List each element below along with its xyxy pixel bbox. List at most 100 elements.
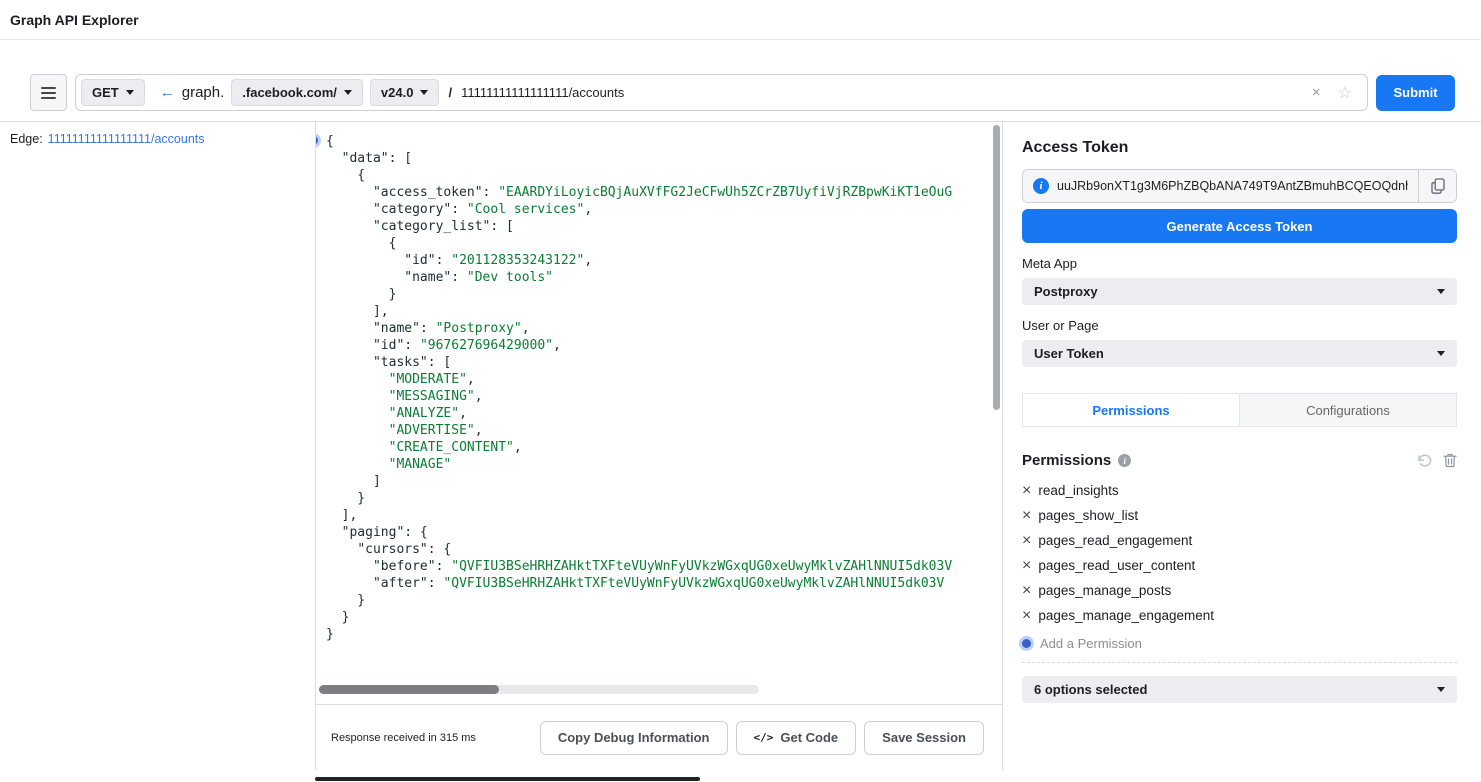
horizontal-scrollbar-track[interactable] xyxy=(319,685,759,694)
json-line: "category_list": [ xyxy=(326,218,988,235)
copy-token-button[interactable] xyxy=(1418,170,1456,202)
json-line: { xyxy=(326,167,988,184)
response-column: { "data": [ { "access_token": "EAARDYiLo… xyxy=(315,122,1003,770)
horizontal-scrollbar-thumb[interactable] xyxy=(319,685,499,694)
remove-permission-icon[interactable]: × xyxy=(1022,608,1031,624)
code-icon: </> xyxy=(754,731,774,744)
add-permission-label: Add a Permission xyxy=(1040,636,1142,651)
host-prefix: graph. xyxy=(182,84,225,101)
remove-permission-icon[interactable]: × xyxy=(1022,483,1031,499)
menu-button[interactable] xyxy=(30,74,67,111)
domain-label: .facebook.com/ xyxy=(242,85,337,100)
edge-value-link[interactable]: 11111111111111111/accounts xyxy=(48,132,205,146)
access-token-title: Access Token xyxy=(1022,139,1457,157)
chevron-down-icon xyxy=(126,90,134,95)
json-line: } xyxy=(326,609,988,626)
info-icon[interactable]: i xyxy=(1033,178,1049,194)
edge-label: Edge: xyxy=(10,132,43,146)
json-line: "before": "QVFIU3BSeHRHZAHktTXFteVUyWnFy… xyxy=(326,558,988,575)
remove-permission-icon[interactable]: × xyxy=(1022,583,1031,599)
permissions-list: × read_insights × pages_show_list × pages_rea… xyxy=(1022,478,1457,628)
submit-button[interactable]: Submit xyxy=(1376,75,1455,111)
permission-label: pages_read_engagement xyxy=(1038,533,1192,548)
json-line: "paging": { xyxy=(326,524,988,541)
version-dropdown[interactable]: v24.0 xyxy=(370,79,440,106)
user-or-page-value: User Token xyxy=(1034,346,1104,361)
app-header: Graph API Explorer xyxy=(0,0,1481,40)
json-line: "ADVERTISE", xyxy=(326,422,988,439)
access-token-panel: Access Token i uuJRb9onXT1g3M6PhZBQbANA7… xyxy=(1022,122,1457,703)
json-line: "MANAGE" xyxy=(326,456,988,473)
remove-permission-icon[interactable]: × xyxy=(1022,533,1031,549)
undo-icon[interactable] xyxy=(1416,454,1432,468)
json-line: "CREATE_CONTENT", xyxy=(326,439,988,456)
json-line: "cursors": { xyxy=(326,541,988,558)
permission-label: pages_manage_posts xyxy=(1038,583,1171,598)
edge-row: Edge: 11111111111111111/accounts xyxy=(0,122,315,156)
json-line: "access_token": "EAARDYiLoyicBQjAuXVfFG2… xyxy=(326,184,988,201)
permissions-heading: Permissions xyxy=(1022,452,1111,469)
chevron-down-icon xyxy=(420,90,428,95)
json-line: } xyxy=(326,626,988,643)
json-line: { xyxy=(326,133,988,150)
user-or-page-dropdown[interactable]: User Token xyxy=(1022,340,1457,367)
options-selected-dropdown[interactable]: 6 options selected xyxy=(1022,676,1457,703)
json-viewer: { "data": [ { "access_token": "EAARDYiLo… xyxy=(316,122,1002,704)
chevron-down-icon xyxy=(1437,351,1445,356)
save-session-button[interactable]: Save Session xyxy=(864,721,984,755)
permission-item: × pages_read_user_content xyxy=(1022,553,1457,578)
permissions-header: Permissions i xyxy=(1022,452,1457,469)
clear-icon[interactable]: × xyxy=(1307,84,1326,101)
method-dropdown[interactable]: GET xyxy=(81,79,145,106)
json-line: "data": [ xyxy=(326,150,988,167)
permission-item: × read_insights xyxy=(1022,478,1457,503)
method-label: GET xyxy=(92,85,119,100)
meta-app-label: Meta App xyxy=(1022,256,1457,271)
token-field: i uuJRb9onXT1g3M6PhZBQbANA749T9AntZBmuhB… xyxy=(1022,169,1457,203)
get-code-button[interactable]: </> Get Code xyxy=(736,721,857,755)
json-line: ], xyxy=(326,303,988,320)
meta-app-dropdown[interactable]: Postproxy xyxy=(1022,278,1457,305)
token-value: uuJRb9onXT1g3M6PhZBQbANA749T9AntZBmuhBCQ… xyxy=(1057,179,1408,193)
generate-access-token-button[interactable]: Generate Access Token xyxy=(1022,209,1457,243)
json-response: { "data": [ { "access_token": "EAARDYiLo… xyxy=(316,122,1002,643)
response-status: Response received in 315 ms xyxy=(331,732,476,744)
json-line: "MESSAGING", xyxy=(326,388,988,405)
page-horizontal-scrollbar[interactable] xyxy=(315,777,700,781)
path-input[interactable]: 11111111111111111/accounts xyxy=(461,85,1300,100)
trash-icon[interactable] xyxy=(1443,453,1457,468)
permission-label: pages_read_user_content xyxy=(1038,558,1195,573)
chevron-down-icon xyxy=(1437,687,1445,692)
remove-permission-icon[interactable]: × xyxy=(1022,508,1031,524)
tab-configurations[interactable]: Configurations xyxy=(1240,394,1456,426)
star-icon[interactable]: ☆ xyxy=(1333,83,1357,103)
permission-label: read_insights xyxy=(1038,483,1118,498)
add-permission-row[interactable]: Add a Permission xyxy=(1022,636,1457,663)
json-line: "id": "201128353243122", xyxy=(326,252,988,269)
get-code-label: Get Code xyxy=(780,730,838,745)
permission-item: × pages_read_engagement xyxy=(1022,528,1457,553)
permission-item: ×pages_manage_engagement xyxy=(1022,603,1457,628)
tab-permissions[interactable]: Permissions xyxy=(1023,394,1240,426)
user-or-page-label: User or Page xyxy=(1022,318,1457,333)
json-line: } xyxy=(326,286,988,303)
remove-permission-icon[interactable]: × xyxy=(1022,558,1031,574)
domain-dropdown[interactable]: .facebook.com/ xyxy=(231,79,363,106)
token-value-box[interactable]: i uuJRb9onXT1g3M6PhZBQbANA749T9AntZBmuhB… xyxy=(1023,170,1418,202)
request-url-group: GET ← graph. .facebook.com/ v24.0 / 1111… xyxy=(75,74,1368,111)
token-tabs: Permissions Configurations xyxy=(1022,393,1457,427)
json-line: ], xyxy=(326,507,988,524)
copy-debug-button[interactable]: Copy Debug Information xyxy=(540,721,728,755)
info-icon[interactable]: i xyxy=(1118,454,1131,467)
vertical-scrollbar[interactable] xyxy=(993,125,1000,410)
version-label: v24.0 xyxy=(381,85,414,100)
chevron-down-icon xyxy=(1437,289,1445,294)
permission-label: pages_show_list xyxy=(1038,508,1138,523)
json-line: } xyxy=(326,490,988,507)
json-line: "MODERATE", xyxy=(326,371,988,388)
json-line: "tasks": [ xyxy=(326,354,988,371)
json-line: "ANALYZE", xyxy=(326,405,988,422)
json-line: { xyxy=(326,235,988,252)
json-line: "name": "Dev tools" xyxy=(326,269,988,286)
json-line: "name": "Postproxy", xyxy=(326,320,988,337)
